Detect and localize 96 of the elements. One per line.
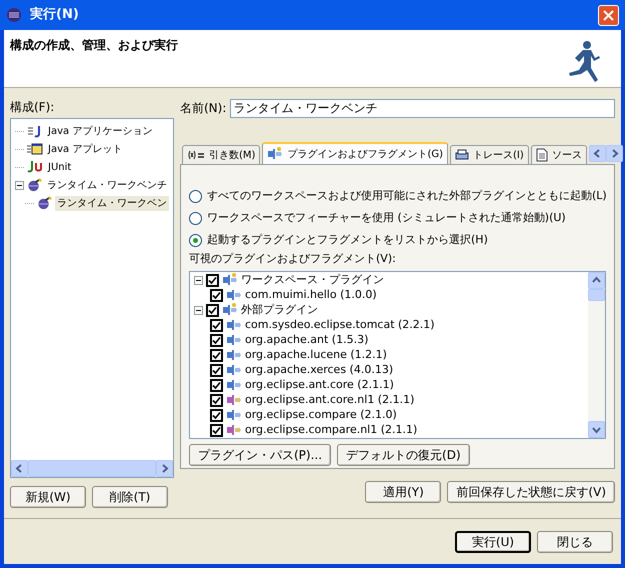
- tree-item[interactable]: JUnit: [46, 160, 74, 174]
- checkbox[interactable]: [210, 288, 223, 302]
- scroll-right-button[interactable]: [606, 145, 623, 162]
- radio-button[interactable]: [189, 212, 202, 224]
- scroll-right-button[interactable]: [156, 460, 173, 477]
- close-icon: [603, 10, 614, 20]
- checkbox[interactable]: [210, 364, 223, 376]
- plugin-icon: [226, 288, 242, 302]
- tab[interactable]: プラグインおよびフラグメント(G): [262, 142, 448, 164]
- radio-label: ワークスペースでフィーチャーを使用 (シミュレートされた通常始動)(U): [207, 210, 566, 226]
- radio-button[interactable]: [189, 234, 202, 246]
- document-icon: [536, 148, 548, 162]
- variables-icon: [187, 150, 205, 160]
- plugin-label: org.eclipse.compare (2.1.0): [245, 406, 397, 423]
- checkbox[interactable]: [210, 318, 223, 332]
- plugin-group-icon: [222, 303, 238, 317]
- workbench-icon: [37, 196, 52, 210]
- arrow-down-icon: [592, 424, 601, 434]
- fragment-icon: [226, 393, 242, 407]
- arrow-up-icon: [592, 276, 601, 284]
- delete-button[interactable]: 削除(T): [92, 486, 168, 508]
- restore-defaults-button[interactable]: デフォルトの復元(D): [337, 444, 470, 466]
- scroll-left-button[interactable]: [588, 145, 606, 162]
- plugins-label: 可視のプラグインおよびフラグメント(V):: [189, 251, 397, 267]
- plugin-path-button[interactable]: プラグイン・パス(P)...: [189, 444, 332, 466]
- plugin-group-label: 外部プラグイン: [241, 302, 318, 318]
- arrow-left-icon: [15, 464, 24, 473]
- header-title: 構成の作成、管理、および実行: [10, 37, 178, 54]
- plugin-label: org.eclipse.ant.core.nl1 (2.1.1): [245, 392, 414, 408]
- checkbox[interactable]: [206, 304, 219, 316]
- workbench-icon: [27, 178, 42, 192]
- name-field[interactable]: ランタイム・ワークベンチ: [230, 98, 615, 118]
- revert-button[interactable]: 前回保存した状態に戻す(V): [447, 481, 615, 503]
- minus-icon: [196, 278, 201, 282]
- plugin-icon: [226, 333, 242, 347]
- printer-icon: [455, 149, 469, 161]
- scroll-left-button[interactable]: [11, 460, 28, 477]
- plugin-group-label: ワークスペース・プラグイン: [241, 272, 384, 288]
- checkbox[interactable]: [206, 274, 219, 286]
- plugin-icon: [226, 408, 242, 422]
- plugin-group-icon: [267, 147, 284, 161]
- arrow-left-icon: [592, 149, 602, 158]
- radio-button[interactable]: [189, 190, 202, 202]
- run-button[interactable]: 実行(U): [455, 530, 531, 552]
- eclipse-icon: [6, 7, 22, 23]
- vertical-scrollbar[interactable]: [588, 272, 605, 438]
- tab[interactable]: ソース: [530, 145, 587, 164]
- plugin-group-icon: [222, 273, 238, 287]
- plugin-label: com.muimi.hello (1.0.0): [245, 286, 377, 303]
- checkbox[interactable]: [210, 394, 223, 406]
- plugin-label: org.eclipse.ant.core (2.1.1): [245, 376, 394, 393]
- java-applet-icon: [27, 142, 43, 156]
- fragment-icon: [226, 423, 242, 437]
- tree-item[interactable]: ランタイム・ワークベンチ: [45, 178, 169, 192]
- new-button[interactable]: 新規(W): [10, 486, 86, 508]
- tab[interactable]: 引き数(M): [182, 145, 260, 164]
- plugin-label: org.apache.lucene (1.2.1): [245, 346, 387, 363]
- checkbox[interactable]: [210, 424, 223, 436]
- plugin-label: org.apache.ant (1.5.3): [245, 332, 368, 348]
- close-button[interactable]: [598, 4, 619, 26]
- plugin-icon: [226, 318, 242, 332]
- junit-icon: [27, 160, 43, 174]
- tree-item[interactable]: ランタイム・ワークベン: [55, 196, 169, 210]
- scroll-up-button[interactable]: [588, 272, 605, 288]
- tree-item[interactable]: Java アプレット: [46, 142, 124, 156]
- collapse-toggle[interactable]: [194, 276, 203, 284]
- name-label: 名前(N):: [180, 100, 226, 117]
- close-dialog-button[interactable]: 閉じる: [537, 530, 613, 552]
- collapse-toggle[interactable]: [194, 306, 203, 314]
- tab[interactable]: トレース(I): [450, 145, 529, 164]
- plugin-icon: [226, 363, 242, 377]
- tree-item[interactable]: Java アプリケーション: [46, 124, 154, 138]
- plugin-icon: [226, 348, 242, 362]
- checkbox[interactable]: [210, 378, 223, 392]
- checkbox[interactable]: [210, 348, 223, 362]
- configurations-label: 構成(F):: [10, 99, 56, 114]
- scroll-down-button[interactable]: [588, 420, 605, 438]
- apply-button[interactable]: 適用(Y): [365, 481, 442, 503]
- horizontal-scrollbar[interactable]: [11, 460, 173, 477]
- minus-icon: [17, 182, 22, 188]
- plugin-label: org.eclipse.compare.nl1 (2.1.1): [245, 422, 418, 438]
- java-application-icon: [27, 124, 43, 138]
- scroll-thumb[interactable]: [28, 460, 156, 477]
- radio-label: 起動するプラグインとフラグメントをリストから選択(H): [207, 232, 488, 248]
- checkbox[interactable]: [210, 408, 223, 422]
- window-title: 実行(N): [30, 6, 80, 24]
- arrow-right-icon: [610, 149, 619, 158]
- radio-label: すべてのワークスペースおよび使用可能にされた外部プラグインとともに起動(L): [207, 188, 607, 204]
- collapse-toggle[interactable]: [15, 180, 24, 190]
- plugin-icon: [226, 378, 242, 392]
- plugin-label: org.apache.xerces (4.0.13): [245, 362, 394, 378]
- scroll-thumb[interactable]: [588, 288, 605, 300]
- minus-icon: [196, 308, 201, 312]
- arrow-right-icon: [160, 464, 169, 473]
- plugin-label: com.sysdeo.eclipse.tomcat (2.2.1): [245, 316, 435, 333]
- checkbox[interactable]: [210, 334, 223, 346]
